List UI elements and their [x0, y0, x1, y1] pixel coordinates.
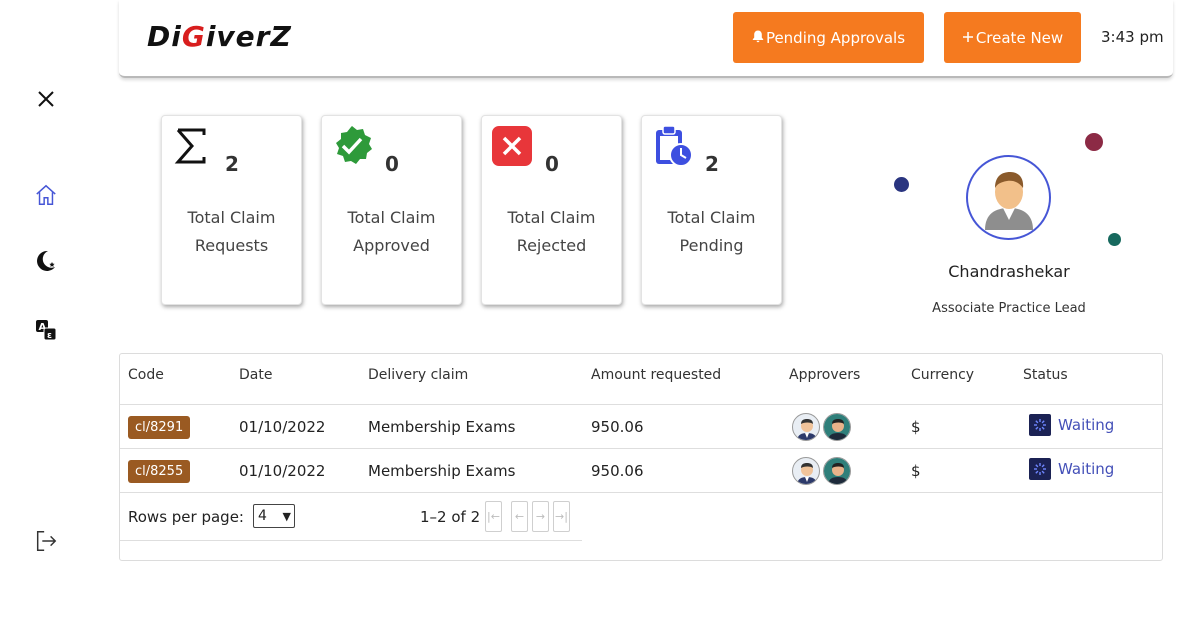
profile-role: Associate Practice Lead: [932, 301, 1086, 316]
decorative-dot: [1085, 133, 1103, 151]
claim-code-badge[interactable]: cl/8255: [128, 460, 191, 483]
table-row[interactable]: cl/8291 01/10/2022 Membership Exams 950.…: [120, 405, 1162, 449]
logout-icon[interactable]: [34, 529, 58, 553]
status-label: Waiting: [1058, 460, 1115, 478]
stat-card-total-rejected[interactable]: 0 Total Claim Rejected: [481, 115, 622, 305]
pending-approvals-button[interactable]: Pending Approvals: [733, 12, 924, 63]
decorative-dot: [894, 177, 909, 192]
chevron-down-icon: ▼: [282, 510, 291, 523]
last-page-button[interactable]: →|: [553, 501, 570, 532]
translate-icon[interactable]: Aε: [34, 318, 58, 342]
claim-type: Membership Exams: [368, 418, 516, 436]
next-page-icon: →: [535, 510, 546, 523]
dark-mode-icon[interactable]: [34, 249, 58, 273]
stat-count: 2: [705, 152, 719, 176]
claim-date: 01/10/2022: [239, 418, 326, 436]
avatar[interactable]: [966, 155, 1051, 240]
stat-count: 0: [545, 152, 559, 176]
clock-time: 3:43 pm: [1101, 28, 1164, 46]
decorative-dot: [1108, 233, 1121, 246]
diciverz-logo[interactable]: DiGiverZ: [147, 20, 292, 53]
previous-page-icon: ←: [514, 510, 525, 523]
status-badge[interactable]: Waiting: [1029, 414, 1114, 436]
column-header-code[interactable]: Code: [128, 367, 164, 383]
close-icon[interactable]: [34, 87, 58, 111]
approver-avatar-icon[interactable]: [823, 413, 851, 441]
column-header-delivery-claim[interactable]: Delivery claim: [368, 367, 468, 383]
bell-icon: [752, 29, 764, 47]
stat-label: Total Claim Requests: [187, 208, 276, 255]
column-header-amount[interactable]: Amount requested: [591, 367, 721, 383]
svg-text:ε: ε: [47, 331, 52, 341]
claim-amount: 950.06: [591, 462, 644, 480]
stat-card-total-requests[interactable]: 2 Total Claim Requests: [161, 115, 302, 305]
last-page-icon: →|: [555, 510, 568, 523]
create-new-label: Create New: [975, 28, 1064, 47]
column-header-currency[interactable]: Currency: [911, 367, 974, 383]
stat-label: Total Claim Rejected: [507, 208, 596, 255]
page: DiGiverZ Pending Approvals Create New 3:…: [0, 0, 1195, 636]
rejected-x-icon: [490, 124, 534, 168]
first-page-icon: |←: [487, 510, 500, 523]
rows-per-page-select[interactable]: 4 ▼: [253, 504, 295, 528]
table-header-row: Code Date Delivery claim Amount requeste…: [120, 354, 1162, 405]
pagination-range: 1–2 of 2: [420, 508, 481, 526]
stat-count: 2: [225, 152, 239, 176]
stat-count: 0: [385, 152, 399, 176]
column-header-date[interactable]: Date: [239, 367, 272, 383]
plus-icon: [962, 29, 974, 47]
status-label: Waiting: [1058, 416, 1115, 434]
column-header-approvers[interactable]: Approvers: [789, 367, 860, 383]
stat-label: Total Claim Approved: [347, 208, 436, 255]
stat-card-total-pending[interactable]: 2 Total Claim Pending: [641, 115, 782, 305]
first-page-button[interactable]: |←: [485, 501, 502, 532]
pending-clipboard-icon: [650, 124, 694, 168]
user-avatar-icon: [984, 171, 1033, 230]
claims-table: Code Date Delivery claim Amount requeste…: [119, 353, 1163, 561]
spinner-icon: [1029, 458, 1051, 480]
approver-avatar-icon[interactable]: [823, 457, 851, 485]
claim-code-badge[interactable]: cl/8291: [128, 416, 191, 439]
next-page-button[interactable]: →: [532, 501, 549, 532]
home-icon[interactable]: [34, 183, 58, 207]
stat-label: Total Claim Pending: [667, 208, 756, 255]
pending-approvals-label: Pending Approvals: [765, 28, 906, 47]
sigma-icon: [170, 124, 214, 168]
claim-currency: $: [911, 462, 921, 480]
claim-currency: $: [911, 418, 921, 436]
rows-per-page-label: Rows per page:: [128, 508, 244, 526]
approved-check-icon: [330, 124, 374, 168]
pagination: Rows per page: 4 ▼ 1–2 of 2 |← ← → →|: [120, 493, 582, 541]
create-new-button[interactable]: Create New: [944, 12, 1081, 63]
previous-page-button[interactable]: ←: [511, 501, 528, 532]
column-header-status[interactable]: Status: [1023, 367, 1068, 383]
spinner-icon: [1029, 414, 1051, 436]
status-badge[interactable]: Waiting: [1029, 458, 1114, 480]
approver-avatar-icon[interactable]: [792, 457, 820, 485]
profile-name: Chandrashekar: [948, 262, 1070, 281]
claim-date: 01/10/2022: [239, 462, 326, 480]
table-row[interactable]: cl/8255 01/10/2022 Membership Exams 950.…: [120, 449, 1162, 493]
stat-card-total-approved[interactable]: 0 Total Claim Approved: [321, 115, 462, 305]
claim-amount: 950.06: [591, 418, 644, 436]
claim-type: Membership Exams: [368, 462, 516, 480]
approver-avatar-icon[interactable]: [792, 413, 820, 441]
